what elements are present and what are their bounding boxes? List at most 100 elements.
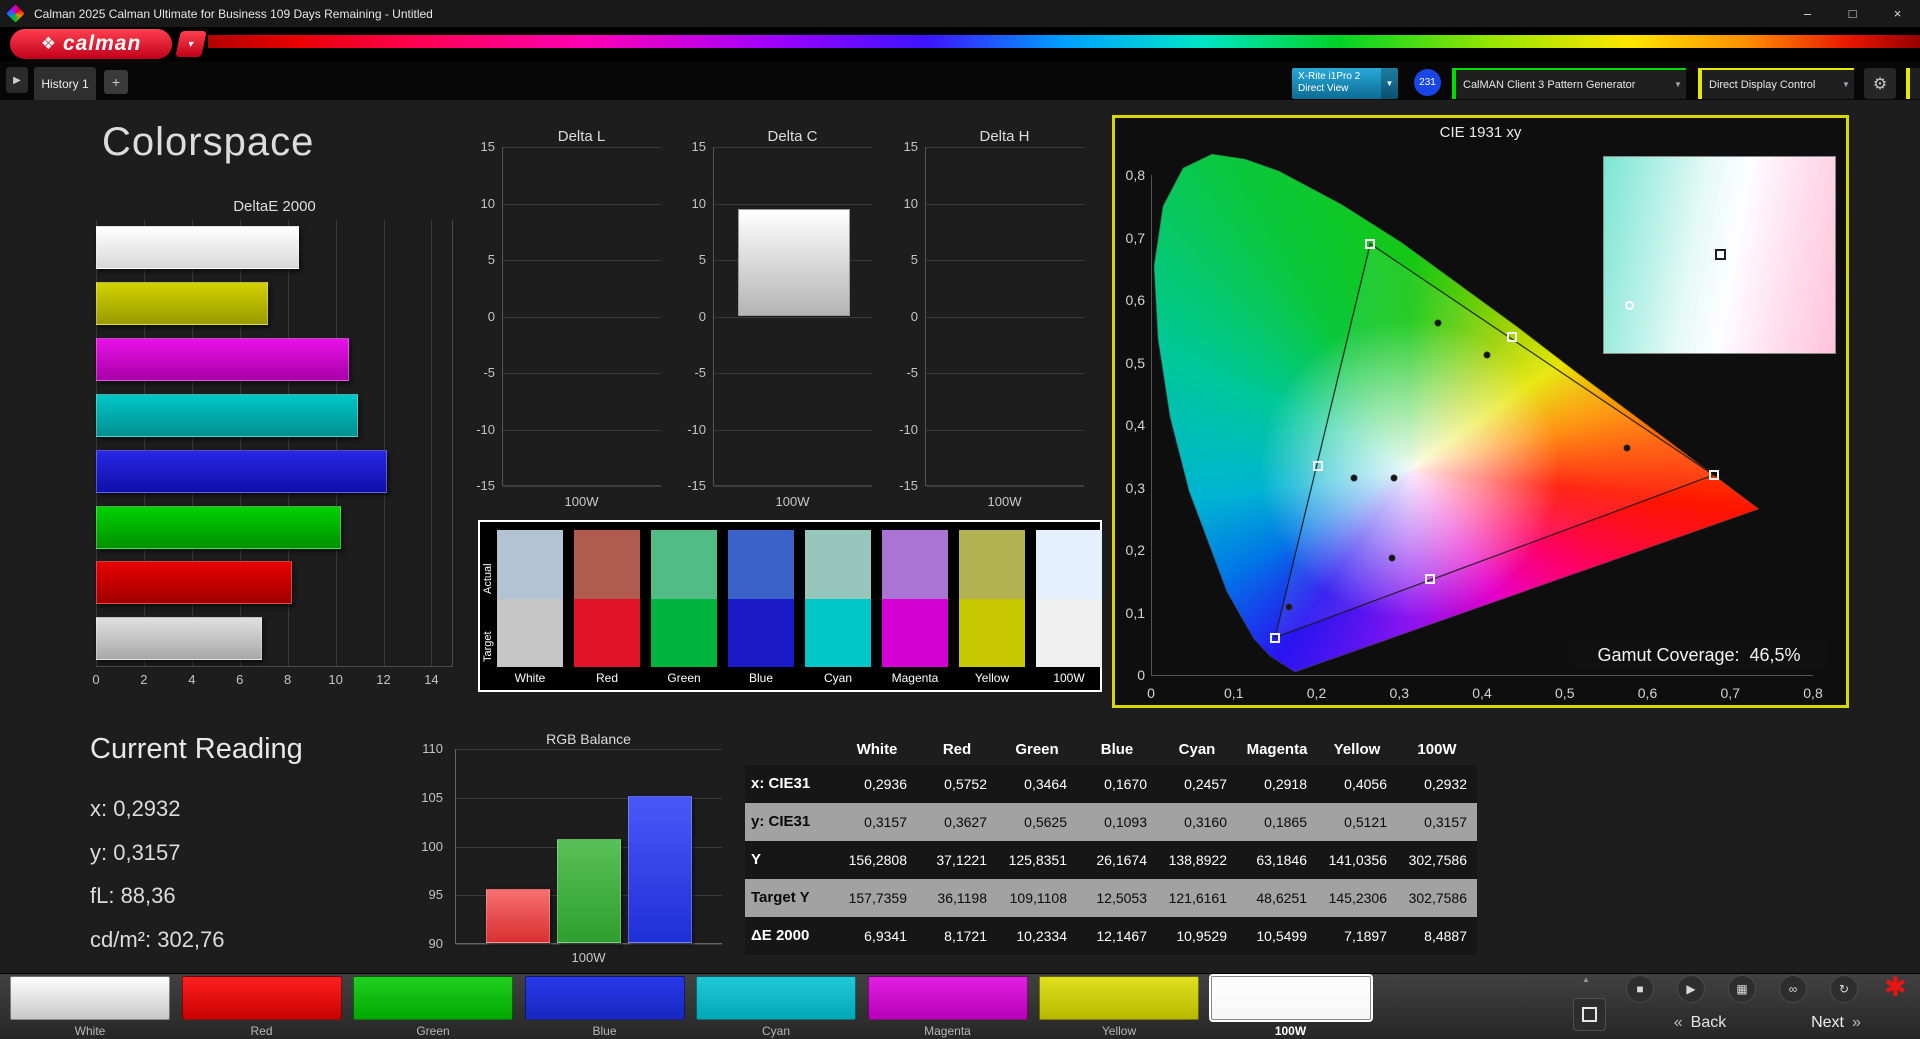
save-button[interactable]: ▦ xyxy=(1728,975,1756,1003)
gridline xyxy=(926,429,1084,431)
pattern-source-dropdown[interactable]: CalMAN Client 3 Pattern Generator ▼ xyxy=(1452,68,1686,99)
pattern-swatch xyxy=(696,976,856,1020)
swatch-label: Cyan xyxy=(823,671,852,685)
pattern-swatch xyxy=(1039,976,1199,1020)
measured-marker xyxy=(1388,554,1396,562)
gridline xyxy=(503,486,661,487)
delta_l-xlabel: 100W xyxy=(564,494,599,509)
gridline xyxy=(383,220,385,666)
y-tick-label: 0 xyxy=(487,308,495,324)
chevron-down-icon: ▼ xyxy=(1674,80,1682,89)
refresh-button[interactable]: ↻ xyxy=(1830,975,1858,1003)
gridline xyxy=(503,373,661,374)
pattern-buttons: White Red Green Blue Cyan Magenta Yellow 100W xyxy=(0,974,1568,1039)
calman-asterisk-icon[interactable]: ✱ xyxy=(1884,972,1907,1003)
target-marker xyxy=(1313,461,1324,472)
y-tick-label: 100 xyxy=(421,838,443,854)
x-tick-label: 2 xyxy=(140,672,148,687)
gridline xyxy=(926,486,1084,487)
pattern-button-white[interactable]: White xyxy=(10,976,170,1038)
link-button[interactable]: ∞ xyxy=(1779,975,1807,1003)
row-label: Target Y xyxy=(745,879,837,917)
table-cell: 0,1670 xyxy=(1077,765,1157,803)
target-marker xyxy=(1424,573,1435,584)
pattern-label: White xyxy=(74,1024,106,1038)
x-tick-label: 4 xyxy=(188,672,196,687)
column-header: 100W xyxy=(1417,741,1457,758)
gridline xyxy=(926,147,1084,148)
y-tick-label: 110 xyxy=(422,741,443,756)
target-marker xyxy=(1405,461,1415,472)
pattern-button-magenta[interactable]: Magenta xyxy=(867,976,1028,1038)
next-button[interactable]: Next » xyxy=(1776,1010,1896,1036)
add-tab-button[interactable]: + xyxy=(104,70,128,94)
table-cell: 63,1846 xyxy=(1237,841,1317,879)
swatch-column-100w: 100W xyxy=(1036,530,1102,685)
settings-gear-button[interactable]: ⚙ xyxy=(1864,68,1896,99)
pattern-button-yellow[interactable]: Yellow xyxy=(1039,976,1199,1038)
stop-button[interactable]: ■ xyxy=(1626,975,1654,1003)
maximize-button[interactable]: □ xyxy=(1830,0,1875,27)
page-title: Colorspace xyxy=(102,120,315,164)
app-window: Calman 2025 Calman Ultimate for Business… xyxy=(0,0,1920,1039)
meter-dropdown[interactable]: X-Rite i1Pro 2 Direct View ▼ xyxy=(1292,68,1398,99)
y-tick-label: 10 xyxy=(691,195,706,211)
pattern-label: 100W xyxy=(1274,1024,1307,1038)
swatch-columns: White Red Green Blue Cyan Magenta Yellow 100W xyxy=(480,522,1102,690)
pattern-button-red[interactable]: Red xyxy=(181,976,342,1038)
pattern-swatch xyxy=(353,976,513,1020)
pattern-swatch xyxy=(1208,974,1373,1022)
gridline xyxy=(926,316,1084,318)
x-tick-label: 10 xyxy=(328,672,343,687)
display-control-dropdown[interactable]: Direct Display Control ▼ xyxy=(1698,68,1854,99)
actual-swatch xyxy=(651,530,717,599)
target-swatch xyxy=(651,599,717,667)
table-cell: 10,5499 xyxy=(1237,917,1317,955)
pattern-button-green[interactable]: Green xyxy=(353,976,513,1038)
swatch-column-green: Green xyxy=(651,530,717,685)
pattern-swatch xyxy=(10,976,170,1020)
table-corner xyxy=(745,735,837,765)
transport-cluster: ▲ ■ ▶ ▦ ∞ ↻ ✱ « Back Next » xyxy=(1568,972,1920,1039)
close-button[interactable]: × xyxy=(1875,0,1920,27)
swatch-column-magenta: Magenta xyxy=(882,530,948,685)
y-tick-label: 0 xyxy=(698,308,706,324)
pattern-label: Yellow xyxy=(1101,1024,1137,1038)
tab-history-1[interactable]: History 1 xyxy=(34,67,96,100)
back-button[interactable]: « Back xyxy=(1640,1010,1760,1036)
deltae-bar-yellow xyxy=(96,281,269,325)
pattern-button-blue[interactable]: Blue xyxy=(524,976,685,1038)
pattern-button-cyan[interactable]: Cyan xyxy=(696,976,856,1038)
actual-swatch xyxy=(497,530,563,599)
table-cell: 0,3157 xyxy=(1397,803,1477,841)
rgb-chart-title: RGB Balance xyxy=(546,731,631,747)
table-cell: 0,5625 xyxy=(997,803,1077,841)
y-tick-label: -10 xyxy=(687,421,706,437)
pattern-button-100w[interactable]: 100W xyxy=(1208,974,1373,1038)
gridline xyxy=(503,203,661,205)
current-reading-title: Current Reading xyxy=(90,733,303,765)
gridline xyxy=(714,316,872,318)
column-header: Cyan xyxy=(1178,741,1216,758)
swatch-label: Blue xyxy=(748,671,774,685)
chevron-down-icon: ▼ xyxy=(1381,68,1398,99)
tab-scroll-arrow-button[interactable]: ▶ xyxy=(6,67,28,93)
play-button[interactable]: ▶ xyxy=(1677,975,1705,1003)
meter-count-badge[interactable]: 231 xyxy=(1414,69,1441,96)
swatch-column-blue: Blue xyxy=(728,530,794,685)
current-reading-x: x: 0,2932 xyxy=(90,796,181,821)
measured-marker xyxy=(1390,474,1398,482)
delta_c-xlabel: 100W xyxy=(775,494,810,509)
logo-menu-button[interactable]: ▼ xyxy=(175,31,207,57)
calman-logo[interactable]: ❖ calman xyxy=(10,29,172,59)
deltae-bar-100w xyxy=(96,226,300,269)
meter-line2: Direct View xyxy=(1298,83,1349,94)
gridline xyxy=(456,944,722,945)
panel-edge xyxy=(1906,68,1920,99)
minimize-button[interactable]: – xyxy=(1785,0,1830,27)
logo-bar: ❖ calman ▼ xyxy=(0,27,1920,61)
calman-logo-text: calman xyxy=(62,32,142,55)
measured-marker xyxy=(1434,319,1442,327)
app-icon xyxy=(6,4,25,23)
cie-panel: 0 0,1 0,2 0,3 0,4 0,5 0,6 0,7 0,8 0 0,1 0,2 0,3 0,4 0,… xyxy=(1112,115,1849,708)
